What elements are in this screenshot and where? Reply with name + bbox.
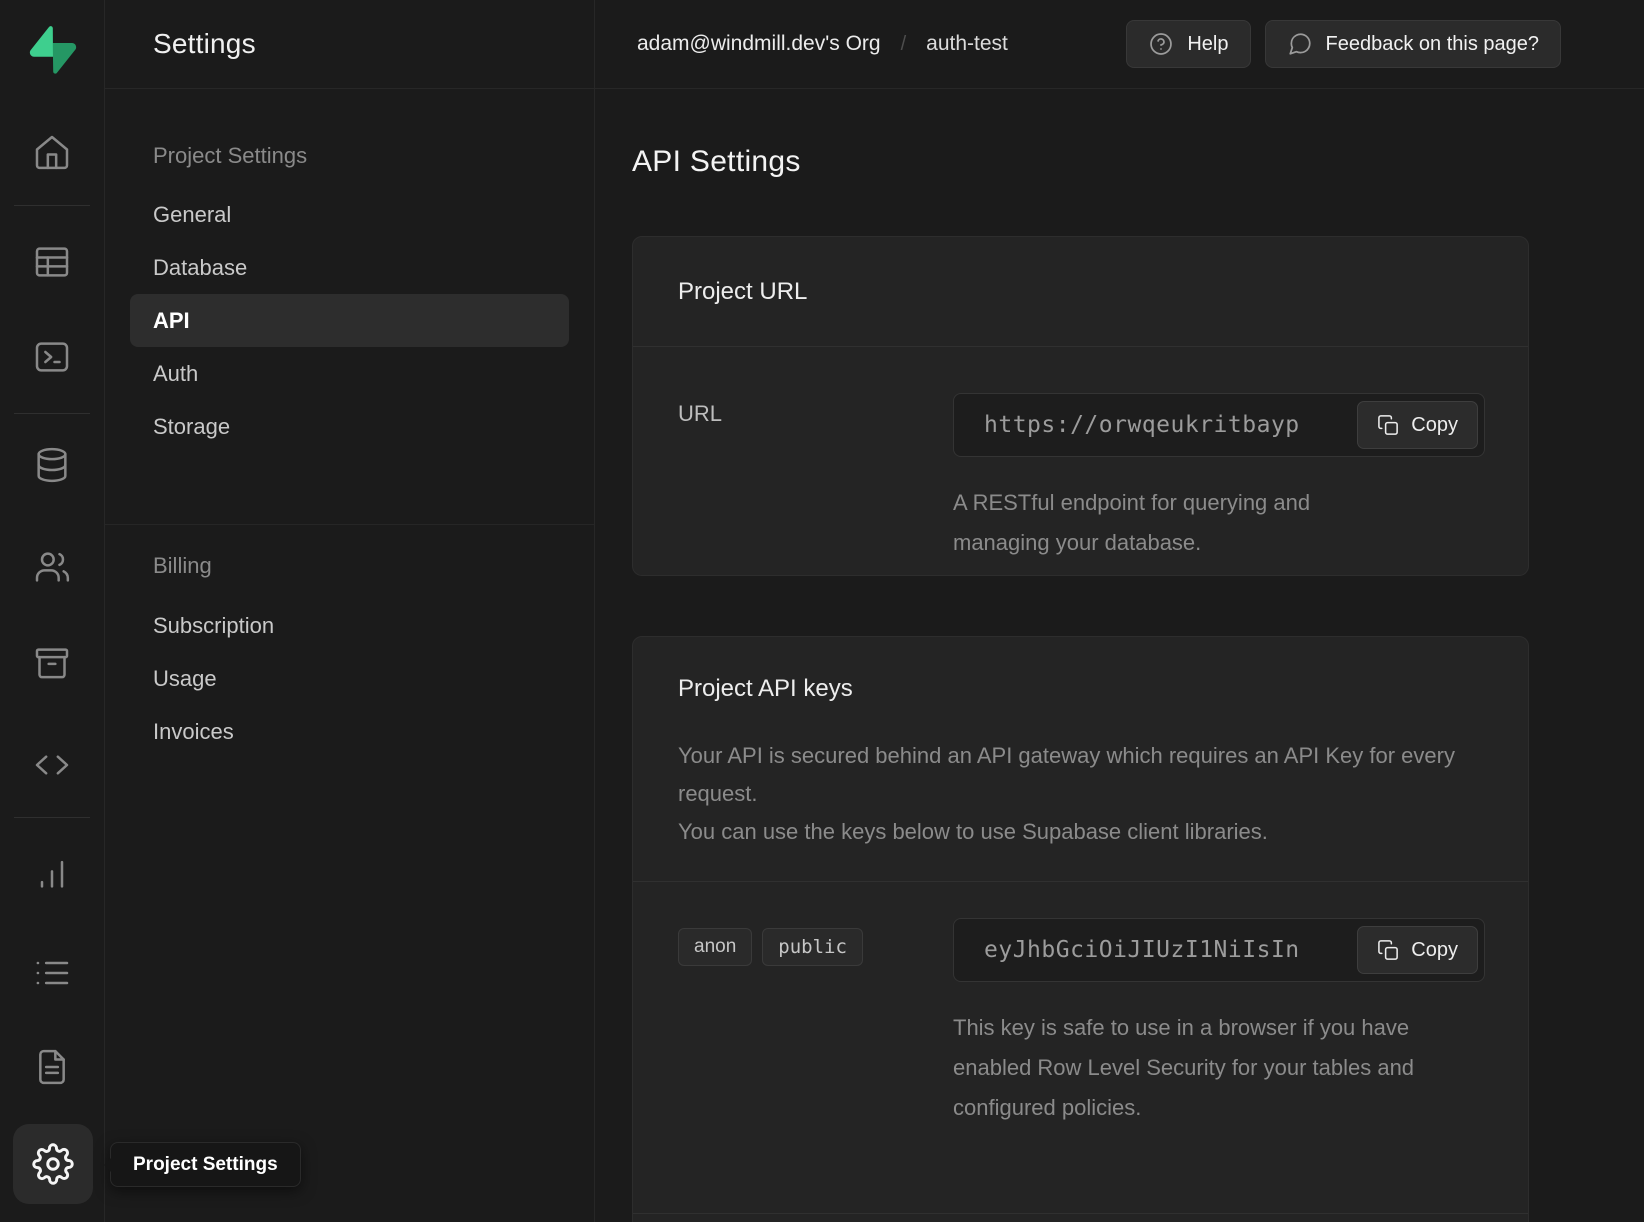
url-row: URL https://orwqeukritbayp Copy A RESTfu…	[633, 347, 1528, 575]
project-api-keys-card: Project API keys Your API is secured beh…	[632, 636, 1529, 1222]
help-button[interactable]: Help	[1126, 20, 1250, 68]
sidebar-item-usage[interactable]: Usage	[130, 652, 569, 705]
sidebar-item-storage[interactable]: Storage	[130, 400, 569, 453]
api-settings-content: API Settings Project URL URL https://orw…	[595, 89, 1644, 1222]
icon-rail	[0, 0, 105, 1222]
url-label: URL	[678, 401, 722, 426]
feedback-button[interactable]: Feedback on this page?	[1265, 20, 1562, 68]
speech-bubble-icon	[1287, 31, 1313, 57]
anon-key-description: This key is safe to use in a browser if …	[953, 1008, 1453, 1128]
rail-settings-button[interactable]	[13, 1124, 93, 1204]
anon-key-badges: anon public	[678, 926, 953, 966]
sidebar-section-divider	[105, 524, 594, 525]
project-url-card: Project URL URL https://orwqeukritbayp C…	[632, 236, 1529, 576]
api-keys-description-line1: Your API is secured behind an API gatewa…	[678, 737, 1483, 813]
breadcrumb-project[interactable]: auth-test	[926, 32, 1008, 56]
sidebar-item-general[interactable]: General	[130, 188, 569, 241]
sidebar-item-subscription[interactable]: Subscription	[130, 599, 569, 652]
logo-bolt-bottom	[53, 43, 76, 74]
card-divider	[633, 1213, 1528, 1214]
feedback-button-label: Feedback on this page?	[1326, 33, 1540, 56]
file-text-icon	[32, 1047, 72, 1087]
supabase-logo[interactable]	[29, 26, 77, 74]
rail-divider	[14, 413, 90, 414]
rail-database-button[interactable]	[0, 441, 104, 489]
rail-divider	[14, 817, 90, 818]
sidebar-item-database[interactable]: Database	[130, 241, 569, 294]
logo-bolt-top	[30, 26, 53, 57]
rail-storage-button[interactable]	[0, 639, 104, 687]
database-icon	[32, 445, 72, 485]
home-icon	[32, 132, 72, 172]
project-settings-tooltip: Project Settings	[110, 1142, 301, 1187]
project-url-card-title: Project URL	[678, 278, 807, 306]
sidebar-item-invoices[interactable]: Invoices	[130, 705, 569, 758]
code-icon	[32, 745, 72, 785]
page-title: API Settings	[632, 145, 1532, 179]
help-circle-icon	[1148, 31, 1174, 57]
api-keys-description-line2: You can use the keys below to use Supaba…	[678, 813, 1483, 851]
url-row-field-col: https://orwqeukritbayp Copy A RESTful en…	[953, 393, 1485, 563]
copy-anon-key-label: Copy	[1411, 939, 1458, 962]
copy-anon-key-button[interactable]: Copy	[1357, 926, 1478, 974]
users-icon	[32, 547, 72, 587]
rail-divider	[14, 205, 90, 206]
sidebar-nav: Project Settings General Database API Au…	[105, 143, 594, 758]
sql-editor-icon	[32, 337, 72, 377]
public-badge: public	[762, 928, 863, 966]
help-button-label: Help	[1187, 33, 1228, 56]
project-url-input[interactable]: https://orwqeukritbayp Copy	[953, 393, 1485, 457]
rail-sql-editor-button[interactable]	[0, 333, 104, 381]
sidebar-title: Settings	[153, 28, 256, 60]
copy-url-button[interactable]: Copy	[1357, 401, 1478, 449]
settings-sidebar: Settings Project Settings General Databa…	[105, 0, 595, 1222]
api-keys-card-header: Project API keys Your API is secured beh…	[633, 637, 1528, 881]
gear-icon	[32, 1143, 74, 1185]
section-label-project-settings: Project Settings	[130, 143, 569, 169]
copy-icon	[1377, 414, 1400, 437]
rail-home-button[interactable]	[0, 128, 104, 176]
anon-key-label-col: anon public	[678, 918, 953, 1128]
main-panel: adam@windmill.dev's Org / auth-test Help…	[595, 0, 1644, 1222]
url-row-label-col: URL	[678, 393, 953, 563]
project-url-card-header: Project URL	[633, 237, 1528, 346]
anon-key-row: anon public eyJhbGciOiJIUzI1NiIsIn Copy	[633, 882, 1528, 1213]
table-editor-icon	[32, 242, 72, 282]
sidebar-item-auth[interactable]: Auth	[130, 347, 569, 400]
copy-icon	[1377, 939, 1400, 962]
rail-logs-button[interactable]	[0, 949, 104, 997]
anon-badge: anon	[678, 928, 752, 966]
rail-docs-button[interactable]	[0, 1043, 104, 1091]
anon-key-field-col: eyJhbGciOiJIUzI1NiIsIn Copy This key is …	[953, 918, 1485, 1128]
breadcrumb-org[interactable]: adam@windmill.dev's Org	[637, 32, 881, 56]
breadcrumb-separator: /	[901, 33, 907, 56]
sidebar-item-api[interactable]: API	[130, 294, 569, 347]
copy-url-label: Copy	[1411, 414, 1458, 437]
rail-auth-button[interactable]	[0, 543, 104, 591]
sidebar-header: Settings	[105, 0, 594, 89]
bar-chart-icon	[32, 853, 72, 893]
url-description: A RESTful endpoint for querying and mana…	[953, 483, 1403, 563]
tooltip-label: Project Settings	[133, 1154, 278, 1176]
header-buttons: Help Feedback on this page?	[1126, 20, 1561, 68]
section-label-billing: Billing	[130, 553, 569, 579]
list-icon	[32, 953, 72, 993]
rail-edge-functions-button[interactable]	[0, 741, 104, 789]
api-keys-description: Your API is secured behind an API gatewa…	[678, 737, 1483, 851]
main-header: adam@windmill.dev's Org / auth-test Help…	[595, 0, 1644, 89]
anon-key-input[interactable]: eyJhbGciOiJIUzI1NiIsIn Copy	[953, 918, 1485, 982]
archive-box-icon	[32, 643, 72, 683]
rail-table-editor-button[interactable]	[0, 238, 104, 286]
api-keys-card-title: Project API keys	[678, 675, 853, 702]
rail-reports-button[interactable]	[0, 849, 104, 897]
